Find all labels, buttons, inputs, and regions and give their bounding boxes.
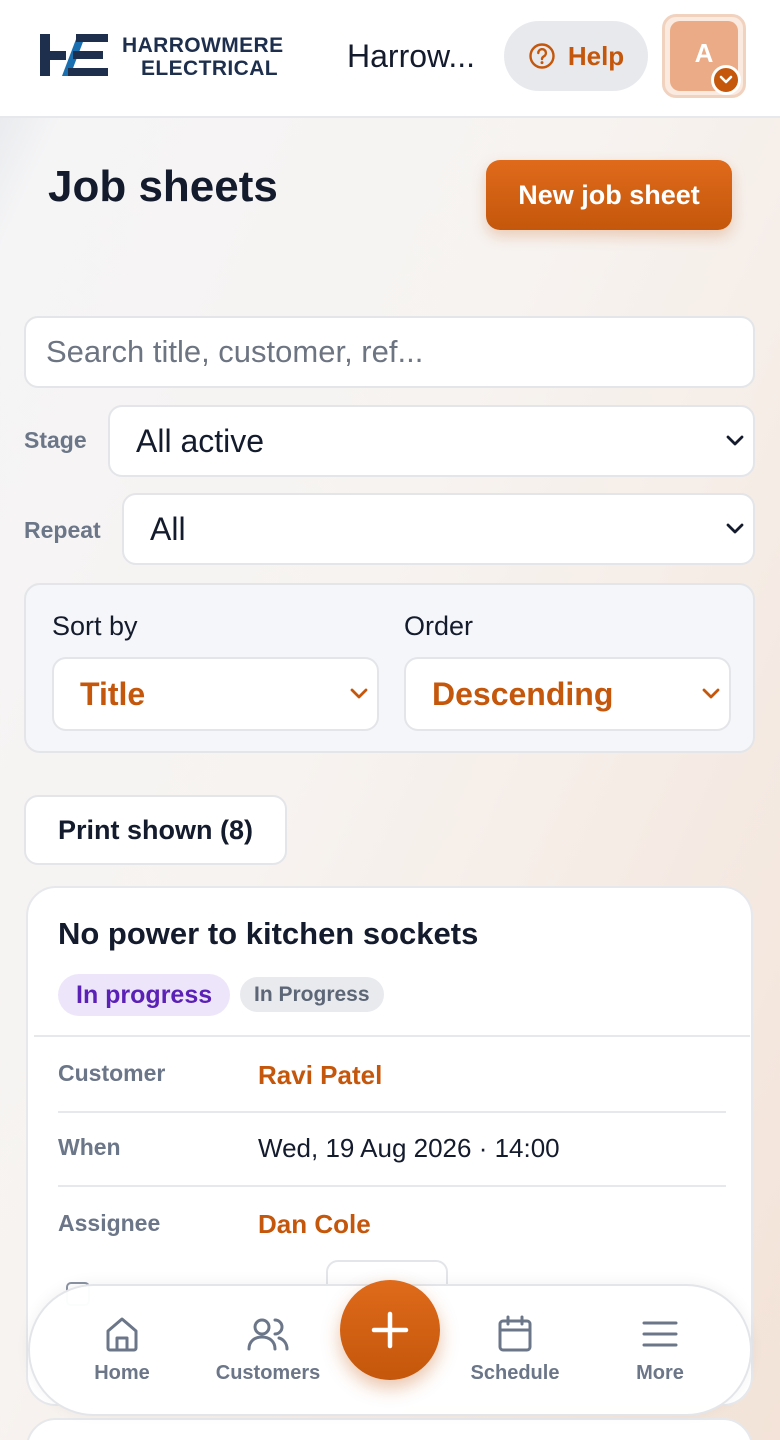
stage-select-value: All active <box>136 422 265 459</box>
card-divider <box>34 1035 750 1037</box>
chevron-down-icon <box>711 65 741 95</box>
when-value: Wed, 19 Aug 2026 · 14:00 <box>258 1133 560 1163</box>
customer-label: Customer <box>58 1060 166 1086</box>
chevron-down-icon <box>702 688 720 699</box>
nav-customers-label: Customers <box>215 1362 321 1384</box>
calendar-icon <box>498 1315 532 1352</box>
company-logo-icon[interactable] <box>40 32 110 83</box>
repeat-select-value: All <box>150 510 186 547</box>
nav-more-label: More <box>636 1362 684 1384</box>
user-menu-button[interactable]: A <box>662 14 746 98</box>
organization-name[interactable]: Harrow... <box>347 38 487 75</box>
assignee-label: Assignee <box>58 1210 161 1236</box>
job-title[interactable]: No power to kitchen sockets <box>58 916 478 952</box>
new-job-sheet-button[interactable]: New job sheet <box>486 160 732 230</box>
nav-schedule[interactable]: Schedule <box>462 1286 568 1418</box>
row-divider <box>58 1111 726 1113</box>
home-icon <box>106 1317 138 1352</box>
chevron-down-icon <box>726 523 744 534</box>
company-logo-text: HARROWMERE ELECTRICAL <box>122 34 284 80</box>
search-input[interactable]: Search title, customer, ref... <box>24 316 755 388</box>
row-divider <box>58 1185 726 1187</box>
help-button[interactable]: Help <box>504 21 648 91</box>
nav-customers[interactable]: Customers <box>206 1286 330 1418</box>
stage-label: Stage <box>24 427 87 453</box>
order-select[interactable]: Descending <box>404 657 731 731</box>
nav-schedule-label: Schedule <box>470 1362 560 1384</box>
print-shown-button[interactable]: Print shown (8) <box>24 795 287 865</box>
help-label: Help <box>567 40 625 71</box>
repeat-select[interactable]: All <box>122 493 755 565</box>
nav-home-label: Home <box>94 1362 150 1384</box>
job-sheet-card-next[interactable] <box>26 1418 753 1440</box>
order-value: Descending <box>432 675 614 712</box>
status-badge: In progress <box>58 974 231 1016</box>
customer-link[interactable]: Ravi Patel <box>258 1060 382 1091</box>
sort-by-select[interactable]: Title <box>52 657 379 731</box>
assignee-link[interactable]: Dan Cole <box>258 1209 371 1240</box>
page-title: Job sheets <box>48 162 278 211</box>
repeat-label: Repeat <box>24 517 101 543</box>
sort-by-value: Title <box>80 675 146 712</box>
question-circle-icon <box>529 43 555 69</box>
chevron-down-icon <box>350 688 368 699</box>
stage-badge: In Progress <box>240 977 384 1012</box>
chevron-down-icon <box>726 435 744 446</box>
sort-panel: Sort by Order Title Descending <box>24 583 755 753</box>
logo-line-1: HARROWMERE <box>122 34 284 57</box>
plus-icon <box>371 1311 409 1349</box>
top-header: HARROWMERE ELECTRICAL Harrow... Help A <box>0 0 780 118</box>
add-button[interactable] <box>340 1280 440 1380</box>
stage-select[interactable]: All active <box>108 405 755 477</box>
nav-home[interactable]: Home <box>82 1286 162 1418</box>
when-label: When <box>58 1134 121 1160</box>
logo-line-2: ELECTRICAL <box>141 57 278 80</box>
menu-icon <box>642 1321 678 1347</box>
order-label: Order <box>404 611 474 641</box>
nav-more[interactable]: More <box>620 1286 700 1418</box>
search-placeholder: Search title, customer, ref... <box>46 334 424 369</box>
users-icon <box>247 1318 289 1351</box>
sort-by-label: Sort by <box>52 611 138 641</box>
